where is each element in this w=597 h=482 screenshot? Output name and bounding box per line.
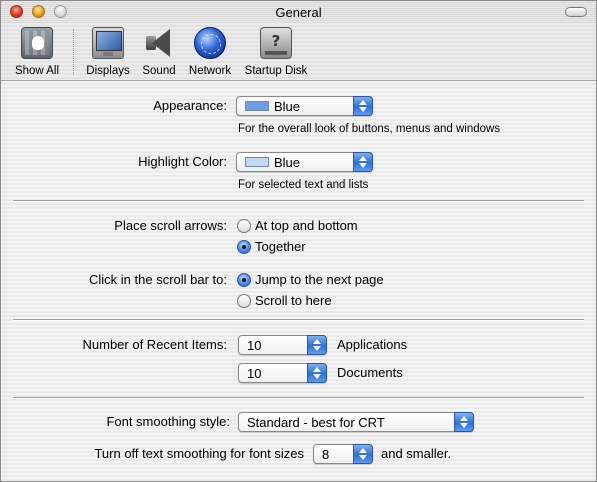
- radio-button-selected[interactable]: [237, 239, 251, 254]
- toolbar-item-label: Sound: [142, 65, 176, 77]
- font-smoothing-value: Standard - best for CRT: [247, 415, 385, 430]
- recent-documents-popup[interactable]: 10: [238, 363, 327, 383]
- speaker-icon: [143, 27, 175, 59]
- highlight-color-label: Highlight Color:: [138, 154, 227, 169]
- toolbar-separator: [73, 29, 74, 75]
- highlight-color-hint: For selected text and lists: [238, 179, 369, 191]
- popup-arrows-icon: [353, 444, 373, 464]
- radio-button[interactable]: [237, 293, 251, 308]
- apple-icon: [21, 27, 53, 59]
- font-smoothing-popup[interactable]: Standard - best for CRT: [238, 412, 474, 432]
- text-smoothing-size-value: 8: [322, 447, 330, 462]
- appearance-popup[interactable]: Blue: [236, 96, 373, 116]
- radio-button[interactable]: [237, 218, 251, 233]
- recent-applications-value: 10: [247, 338, 262, 353]
- toolbar-item-network[interactable]: Network: [185, 27, 235, 77]
- recent-documents-value: 10: [247, 366, 262, 381]
- recent-items-label: Number of Recent Items:: [82, 337, 228, 352]
- radio-scroll-to-here[interactable]: Scroll to here: [237, 293, 332, 308]
- highlight-color-value: Blue: [274, 155, 301, 170]
- appearance-label: Appearance:: [153, 98, 227, 113]
- window-title: General: [275, 5, 322, 20]
- scroll-arrows-label: Place scroll arrows:: [114, 218, 227, 233]
- toolbar-item-label: Network: [188, 65, 232, 77]
- highlight-color-popup[interactable]: Blue: [236, 152, 373, 172]
- toolbar-item-startup-disk[interactable]: Startup Disk: [241, 27, 311, 77]
- text-smoothing-size-popup[interactable]: 8: [313, 444, 373, 464]
- radio-at-top-and-bottom[interactable]: At top and bottom: [237, 218, 358, 233]
- section-divider: [13, 397, 584, 399]
- toolbar: Show All Displays Sound Network Startup …: [1, 23, 596, 81]
- popup-arrows-icon: [454, 412, 474, 432]
- appearance-value: Blue: [274, 99, 301, 114]
- section-divider: [13, 200, 584, 202]
- radio-jump-to-next-page[interactable]: Jump to the next page: [237, 272, 384, 287]
- toolbar-item-sound[interactable]: Sound: [139, 27, 179, 77]
- recent-applications-popup[interactable]: 10: [238, 335, 327, 355]
- hard-disk-icon: [260, 27, 292, 59]
- globe-icon: [194, 27, 226, 59]
- toolbar-item-show-all[interactable]: Show All: [9, 27, 65, 77]
- appearance-hint: For the overall look of buttons, menus a…: [238, 123, 501, 135]
- title-bar[interactable]: General: [1, 1, 596, 23]
- font-smoothing-label: Font smoothing style:: [106, 414, 230, 429]
- popup-arrows-icon: [307, 363, 327, 383]
- section-divider: [13, 319, 584, 321]
- text-smoothing-label: Turn off text smoothing for font sizes: [94, 446, 304, 461]
- color-swatch: [245, 101, 269, 111]
- preferences-window: General Show All Displays Sound Network …: [0, 0, 597, 482]
- scroll-bar-click-label: Click in the scroll bar to:: [89, 272, 227, 287]
- toolbar-toggle-button[interactable]: [565, 7, 587, 17]
- popup-arrows-icon: [353, 152, 373, 172]
- recent-applications-label: Applications: [337, 337, 408, 352]
- popup-arrows-icon: [353, 96, 373, 116]
- radio-label: Scroll to here: [255, 293, 332, 308]
- popup-arrows-icon: [307, 335, 327, 355]
- text-smoothing-suffix: and smaller.: [381, 446, 452, 461]
- color-swatch: [245, 157, 269, 167]
- toolbar-item-displays[interactable]: Displays: [83, 27, 133, 77]
- radio-together[interactable]: Together: [237, 239, 306, 254]
- recent-documents-label: Documents: [337, 365, 403, 380]
- toolbar-item-label: Startup Disk: [244, 65, 308, 77]
- radio-label: Jump to the next page: [255, 272, 384, 287]
- radio-button-selected[interactable]: [237, 272, 251, 287]
- radio-label: At top and bottom: [255, 218, 358, 233]
- radio-label: Together: [255, 239, 306, 254]
- toolbar-item-label: Displays: [86, 65, 130, 77]
- toolbar-item-label: Show All: [14, 65, 60, 77]
- display-icon: [92, 27, 124, 59]
